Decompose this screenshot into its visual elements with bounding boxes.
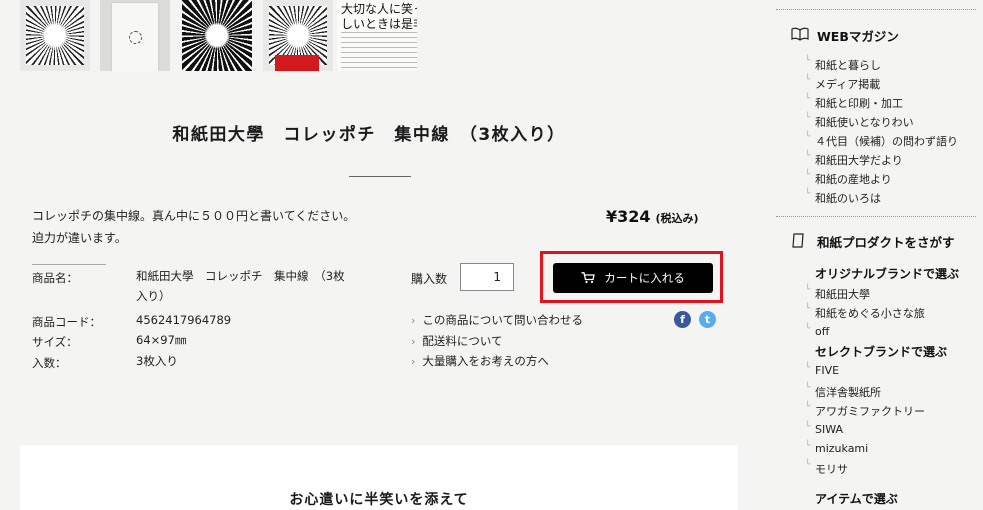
sidebar-item[interactable]: 和紙のいろは <box>805 189 881 206</box>
bulk-order-link[interactable]: 大量購入をお考えの方へ <box>411 353 549 369</box>
product-thumbnail-1[interactable] <box>20 0 90 71</box>
sidebar-item[interactable]: 和紙使いとなりわい <box>805 113 914 130</box>
sidebar-item[interactable]: 和紙と印刷・加工 <box>805 94 903 111</box>
cart-icon <box>581 272 596 284</box>
product-title: 和紙田大學 コレッポチ 集中線 （3枚入り） <box>172 125 566 145</box>
tax-note: (税込み) <box>655 212 699 225</box>
sidebar-item[interactable]: FIVE <box>805 363 839 377</box>
spec-value: 4562417964789 <box>136 313 232 327</box>
spec-value: 64×97㎜ <box>136 333 187 347</box>
product-thumbnail-3[interactable] <box>182 0 252 71</box>
sidebar-item[interactable]: off <box>805 324 830 338</box>
inquiry-link[interactable]: この商品について問い合わせる <box>411 312 583 328</box>
sidebar-divider <box>776 216 976 217</box>
product-description: コレッポチの集中線。真ん中に５００円と書いてください。迫力が違います。 <box>32 209 356 245</box>
product-thumbnail-5[interactable]: 大切な人に笑っ しいときは是非 <box>337 0 417 71</box>
book-icon <box>791 27 809 41</box>
facebook-icon[interactable]: f <box>674 311 691 328</box>
sidebar-divider <box>776 9 976 10</box>
add-to-cart-button[interactable]: カートに入れる <box>553 263 713 293</box>
sidebar-item[interactable]: SIWA <box>805 422 843 436</box>
sidebar-item[interactable]: モリサ <box>805 460 848 477</box>
paper-icon <box>792 233 804 248</box>
product-thumbnail-2[interactable] <box>100 0 170 71</box>
quantity-input[interactable]: 1 <box>460 263 514 291</box>
spec-label: 商品コード： <box>32 315 101 329</box>
product-thumbnail-4[interactable] <box>263 0 333 71</box>
section-heading: お心遣いに半笑いを添えて <box>289 492 469 508</box>
spec-label: 入数： <box>32 356 67 370</box>
title-divider <box>349 176 411 177</box>
product-search-heading: 和紙プロダクトをさがす <box>792 232 955 251</box>
sidebar-item[interactable]: 和紙田大學 <box>805 285 870 302</box>
sidebar-item[interactable]: 和紙をめぐる小さな旅 <box>805 304 925 321</box>
item-category-heading: アイテムで選ぶ <box>815 492 898 506</box>
spec-value: 3枚入り <box>136 354 178 368</box>
spec-label: 商品名： <box>32 271 78 285</box>
twitter-icon[interactable]: t <box>699 311 716 328</box>
product-price: ¥324 (税込み) <box>606 207 699 226</box>
spec-label: サイズ： <box>32 335 78 349</box>
add-to-cart-label: カートに入れる <box>604 271 685 285</box>
specs-divider <box>32 264 106 265</box>
sidebar-item[interactable]: 和紙田大学だより <box>805 151 903 168</box>
sidebar-item[interactable]: ４代目（候補）の問わず語り <box>805 132 958 149</box>
sidebar-item[interactable]: 和紙と暮らし <box>805 56 881 73</box>
price-value: ¥324 <box>606 207 651 226</box>
select-brand-heading: セレクトブランドで選ぶ <box>815 345 948 359</box>
web-magazine-heading: WEBマガジン <box>791 26 899 45</box>
spec-value: 和紙田大學 コレッポチ 集中線 （3枚入り） <box>136 269 345 303</box>
quantity-label: 購入数 <box>411 272 448 286</box>
sidebar-item[interactable]: mizukami <box>805 441 868 455</box>
sidebar-item[interactable]: 和紙の産地より <box>805 170 892 187</box>
shipping-link[interactable]: 配送料について <box>411 333 502 349</box>
sidebar-item[interactable]: アワガミファクトリー <box>805 402 925 419</box>
sidebar-item[interactable]: 信洋舎製紙所 <box>805 383 881 400</box>
original-brand-heading: オリジナルブランドで選ぶ <box>815 267 960 281</box>
sidebar-item[interactable]: メディア掲載 <box>805 75 880 92</box>
